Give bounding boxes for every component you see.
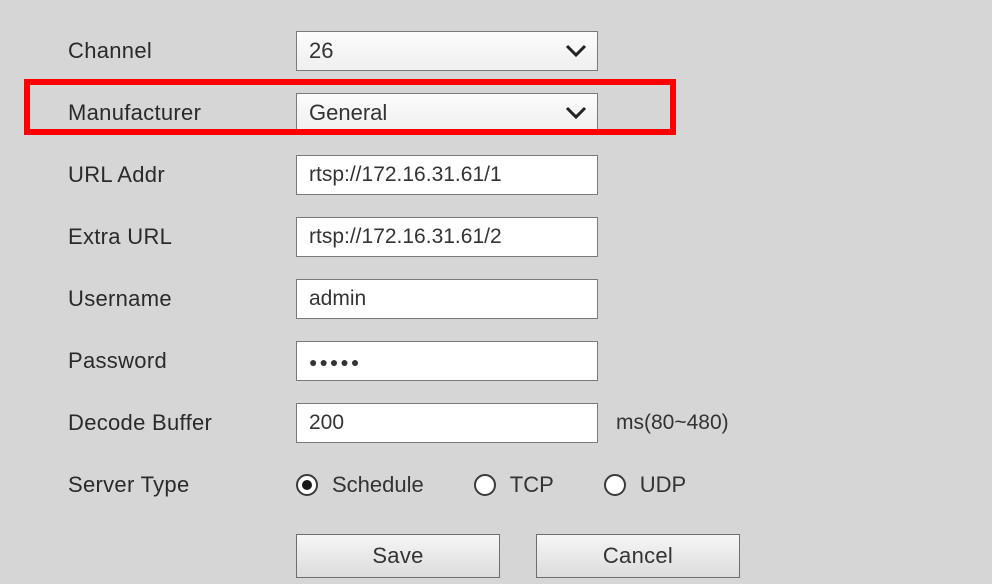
label-channel: Channel [68, 38, 296, 64]
channel-select-value: 26 [309, 38, 333, 64]
form-container: Channel 26 Manufacturer General URL Addr [0, 0, 992, 578]
label-extra-url: Extra URL [68, 224, 296, 250]
radio-label-tcp: TCP [510, 472, 554, 498]
manufacturer-select[interactable]: General [296, 93, 598, 133]
server-type-radio-group: Schedule TCP UDP [296, 472, 686, 498]
row-url-addr: URL Addr [0, 144, 992, 206]
cancel-button[interactable]: Cancel [536, 534, 740, 578]
label-manufacturer: Manufacturer [68, 100, 296, 126]
chevron-down-icon [565, 106, 587, 120]
decode-buffer-input[interactable] [296, 403, 598, 443]
label-url-addr: URL Addr [68, 162, 296, 188]
save-button[interactable]: Save [296, 534, 500, 578]
radio-label-schedule: Schedule [332, 472, 424, 498]
row-channel: Channel 26 [0, 20, 992, 82]
row-server-type: Server Type Schedule TCP UDP [0, 454, 992, 516]
row-username: Username [0, 268, 992, 330]
button-row: Save Cancel [0, 534, 992, 578]
label-username: Username [68, 286, 296, 312]
username-input[interactable] [296, 279, 598, 319]
radio-icon [296, 474, 318, 496]
chevron-down-icon [565, 44, 587, 58]
label-password: Password [68, 348, 296, 374]
label-server-type: Server Type [68, 472, 296, 498]
radio-label-udp: UDP [640, 472, 686, 498]
row-extra-url: Extra URL [0, 206, 992, 268]
label-decode-buffer: Decode Buffer [68, 410, 296, 436]
radio-icon [604, 474, 626, 496]
decode-buffer-hint: ms(80~480) [616, 411, 729, 435]
url-addr-input[interactable] [296, 155, 598, 195]
radio-tcp[interactable]: TCP [474, 472, 554, 498]
password-input[interactable]: ●●●●● [296, 341, 598, 381]
manufacturer-select-value: General [309, 100, 387, 126]
row-manufacturer: Manufacturer General [0, 82, 992, 144]
radio-schedule[interactable]: Schedule [296, 472, 424, 498]
radio-udp[interactable]: UDP [604, 472, 686, 498]
extra-url-input[interactable] [296, 217, 598, 257]
channel-select[interactable]: 26 [296, 31, 598, 71]
radio-icon [474, 474, 496, 496]
row-password: Password ●●●●● [0, 330, 992, 392]
row-decode-buffer: Decode Buffer ms(80~480) [0, 392, 992, 454]
